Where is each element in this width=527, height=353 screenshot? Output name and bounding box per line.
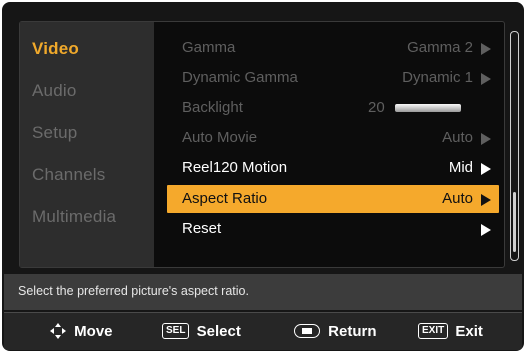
setting-row-auto-movie[interactable]: Auto Movie Auto: [167, 124, 499, 152]
sidebar-item-multimedia[interactable]: Multimedia: [32, 203, 116, 231]
setting-label: Reel120 Motion: [182, 159, 288, 176]
setting-label: Gamma: [182, 39, 236, 56]
sel-key-icon: SEL: [162, 323, 190, 340]
backlight-slider[interactable]: [395, 104, 461, 112]
sidebar: Video Audio Setup Channels Multimedia: [20, 22, 154, 267]
setting-row-backlight[interactable]: Backlight 20: [167, 94, 499, 122]
exit-label: Exit: [455, 322, 483, 340]
scrollbar[interactable]: [510, 31, 519, 261]
setting-value: Dynamic 1: [402, 69, 473, 86]
help-text: Select the preferred picture's aspect ra…: [18, 284, 249, 298]
arrow-right-icon: [481, 163, 491, 175]
setting-label: Dynamic Gamma: [182, 69, 298, 86]
setting-value: Auto: [442, 190, 473, 207]
footer-bar: Move SEL Select Return EXIT Exit: [4, 312, 522, 350]
arrow-right-icon: [481, 43, 491, 55]
footer-select: SEL Select: [162, 322, 241, 342]
setting-row-reset[interactable]: Reset: [167, 215, 499, 243]
tv-menu-frame: Video Audio Setup Channels Multimedia Ga…: [2, 2, 524, 351]
setting-label: Reset: [182, 220, 222, 237]
setting-value: Mid: [448, 159, 473, 176]
backlight-value: 20: [368, 99, 385, 116]
help-bar: Select the preferred picture's aspect ra…: [4, 274, 522, 310]
exit-key-icon: EXIT: [418, 323, 449, 340]
scrollbar-thumb[interactable]: [513, 192, 516, 252]
arrow-right-icon: [481, 133, 491, 145]
setting-row-reel120-motion[interactable]: Reel120 Motion Mid: [167, 154, 499, 182]
move-label: Move: [74, 322, 113, 340]
arrow-right-icon: [481, 73, 491, 85]
setting-label: Aspect Ratio: [182, 190, 268, 207]
sidebar-item-channels[interactable]: Channels: [32, 161, 105, 189]
setting-value: Gamma 2: [407, 39, 473, 56]
return-label: Return: [328, 322, 377, 340]
arrow-right-icon: [481, 224, 491, 236]
menu-body: Video Audio Setup Channels Multimedia Ga…: [19, 21, 519, 268]
setting-row-dynamic-gamma[interactable]: Dynamic Gamma Dynamic 1: [167, 64, 499, 92]
select-label: Select: [196, 322, 241, 340]
setting-row-gamma[interactable]: Gamma Gamma 2: [167, 34, 499, 62]
sidebar-item-video[interactable]: Video: [32, 35, 79, 63]
sidebar-item-audio[interactable]: Audio: [32, 77, 76, 105]
footer-exit: EXIT Exit: [418, 322, 483, 342]
footer-move: Move: [50, 322, 113, 342]
setting-label: Auto Movie: [182, 129, 258, 146]
setting-value: Auto: [442, 129, 473, 146]
return-icon: [294, 324, 320, 339]
setting-row-aspect-ratio[interactable]: Aspect Ratio Auto: [167, 185, 499, 213]
sidebar-item-setup[interactable]: Setup: [32, 119, 77, 147]
setting-label: Backlight: [182, 99, 243, 116]
footer-return: Return: [294, 322, 377, 342]
move-icon: [50, 323, 66, 340]
arrow-right-icon: [481, 194, 491, 206]
